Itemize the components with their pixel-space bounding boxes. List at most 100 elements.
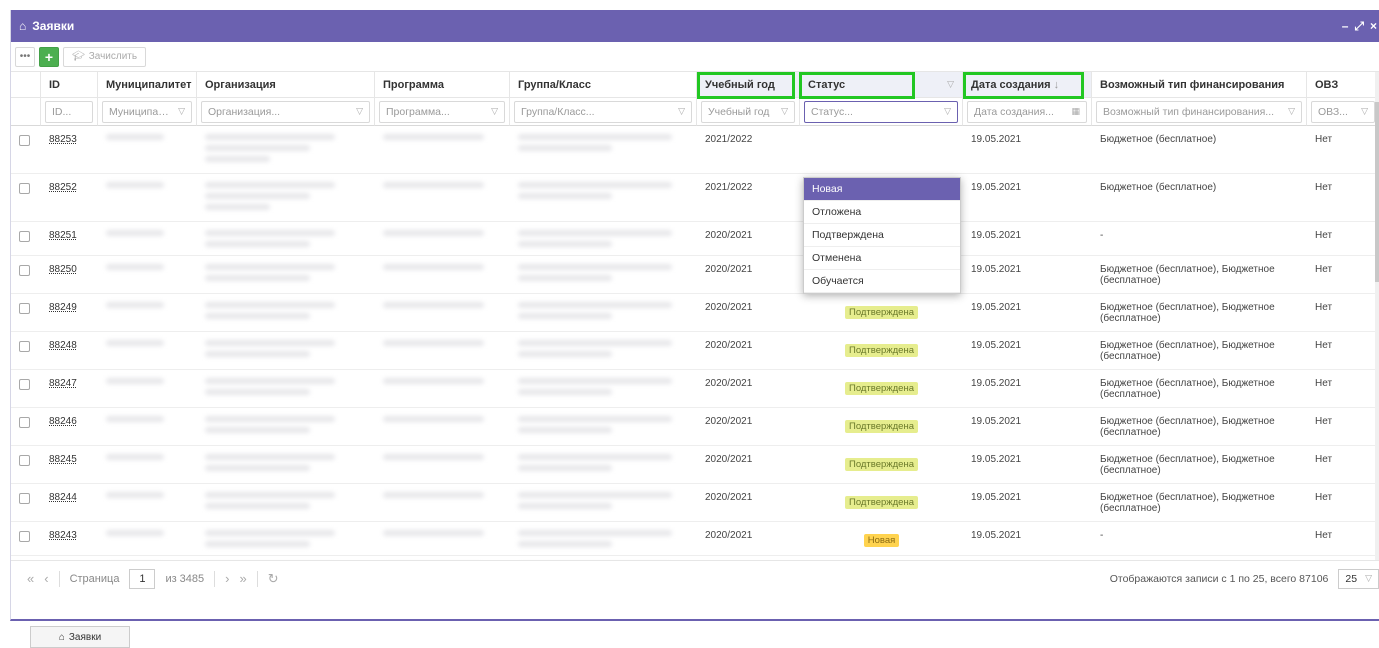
row-checkbox-cell (11, 446, 41, 484)
status-option[interactable]: Подтверждена (804, 224, 960, 247)
request-id-link[interactable]: 88253 (49, 134, 77, 145)
header-group[interactable]: Группа/Класс (510, 72, 697, 98)
status-option[interactable]: Обучается (804, 270, 960, 293)
row-checkbox[interactable] (19, 231, 30, 242)
row-checkbox[interactable] (19, 183, 30, 194)
grid: ID Муниципалитет Организация Программа Г… (11, 72, 1379, 560)
date-filter-input[interactable]: Дата создания... ▦ (967, 100, 1087, 123)
request-id-link[interactable]: 88251 (49, 230, 77, 241)
row-checkbox[interactable] (19, 379, 30, 390)
row-checkbox[interactable] (19, 455, 30, 466)
header-organization[interactable]: Организация (197, 72, 375, 98)
financing-cell: Бюджетное (бесплатное) (1092, 126, 1307, 174)
refresh-icon[interactable]: ↻ (268, 571, 279, 587)
separator (256, 570, 258, 587)
page-size-select[interactable]: 25 ▽ (1338, 568, 1379, 589)
municipality-cell-redacted (98, 332, 197, 370)
row-checkbox[interactable] (19, 303, 30, 314)
add-button[interactable]: + (39, 46, 59, 67)
window-titlebar[interactable]: ⌂ Заявки – ⤢ × (11, 10, 1379, 42)
program-cell-redacted (375, 370, 510, 408)
page-input[interactable]: 1 (129, 568, 156, 589)
records-summary: Отображаются записи с 1 по 25, всего 871… (1109, 572, 1329, 585)
taskbar-requests-button[interactable]: ⌂ Заявки (30, 626, 130, 648)
header-municipality[interactable]: Муниципалитет (98, 72, 197, 98)
group-cell-redacted (510, 446, 697, 484)
municipality-cell-redacted (98, 408, 197, 446)
header-financing[interactable]: Возможный тип финансирования (1092, 72, 1307, 98)
calendar-icon[interactable]: ▦ (1071, 106, 1080, 117)
filter-financing: Возможный тип финансирования... ▽ (1092, 98, 1307, 126)
group-filter-input[interactable]: Группа/Класс... ▽ (514, 100, 692, 123)
row-checkbox[interactable] (19, 417, 30, 428)
year-cell: 2020/2021 (697, 222, 800, 256)
program-cell-redacted (375, 256, 510, 294)
more-button[interactable]: ••• (15, 46, 35, 67)
status-badge: Новая (863, 534, 900, 547)
organization-cell-redacted (197, 522, 375, 556)
enroll-label: Зачислить (88, 51, 138, 62)
organization-cell-redacted (197, 556, 375, 560)
request-id-link[interactable]: 88243 (49, 530, 77, 541)
row-checkbox[interactable] (19, 531, 30, 542)
request-id-link[interactable]: 88249 (49, 302, 77, 313)
status-option[interactable]: Новая (804, 178, 960, 201)
header-status[interactable]: Статус ▽ (800, 72, 963, 98)
request-id-link[interactable]: 88245 (49, 454, 77, 465)
program-filter-input[interactable]: Программа... ▽ (379, 100, 505, 123)
organization-cell-redacted (197, 222, 375, 256)
row-checkbox[interactable] (19, 341, 30, 352)
organization-filter-input[interactable]: Организация... ▽ (201, 100, 370, 123)
close-icon[interactable]: × (1370, 19, 1377, 34)
status-filter-input[interactable]: Статус... ▽ (804, 100, 958, 123)
status-badge: Подтверждена (844, 420, 918, 433)
header-date[interactable]: Дата создания ↓ (963, 72, 1092, 98)
ovz-cell: Нет (1307, 370, 1379, 408)
last-page-icon[interactable]: » (240, 571, 247, 586)
row-checkbox-cell (11, 370, 41, 408)
year-filter-input[interactable]: Учебный год ▽ (701, 100, 795, 123)
request-id-link[interactable]: 88246 (49, 416, 77, 427)
minimize-icon[interactable]: – (1342, 19, 1349, 34)
header-ovz[interactable]: ОВЗ (1307, 72, 1379, 98)
year-cell: 2020/2021 (697, 408, 800, 446)
request-id-link[interactable]: 88250 (49, 264, 77, 275)
first-page-icon[interactable]: « (27, 571, 34, 586)
request-id-link[interactable]: 88244 (49, 492, 77, 503)
next-page-icon[interactable]: › (225, 571, 229, 586)
filter-year: Учебный год ▽ (697, 98, 800, 126)
municipality-cell-redacted (98, 256, 197, 294)
row-checkbox[interactable] (19, 135, 30, 146)
ovz-filter-input[interactable]: ОВЗ... ▽ (1311, 100, 1375, 123)
program-cell-redacted (375, 522, 510, 556)
maximize-icon[interactable]: ⤢ (1354, 19, 1364, 34)
municipality-filter-input[interactable]: Муниципалит ▽ (102, 100, 192, 123)
enroll-button[interactable]: 🎓︎ Зачислить (63, 46, 147, 67)
status-option[interactable]: Отменена (804, 247, 960, 270)
vertical-scrollbar[interactable] (1375, 72, 1379, 560)
id-filter-input[interactable]: ID... (45, 100, 93, 123)
date-cell: 19.05.2021 (963, 370, 1092, 408)
request-id-link[interactable]: 88248 (49, 340, 77, 351)
row-checkbox[interactable] (19, 493, 30, 504)
id-cell: 88246 (41, 408, 98, 446)
row-checkbox[interactable] (19, 265, 30, 276)
scrollbar-thumb[interactable] (1375, 102, 1379, 282)
prev-page-icon[interactable]: ‹ (44, 571, 48, 586)
header-program[interactable]: Программа (375, 72, 510, 98)
id-cell: 88245 (41, 446, 98, 484)
filter-icon: ▽ (1361, 106, 1368, 116)
status-option[interactable]: Отложена (804, 201, 960, 224)
organization-cell-redacted (197, 294, 375, 332)
financing-cell: Бюджетное (бесплатное), Бюджетное (беспл… (1092, 446, 1307, 484)
status-badge: Подтверждена (844, 344, 918, 357)
request-id-link[interactable]: 88252 (49, 182, 77, 193)
header-year[interactable]: Учебный год (697, 72, 800, 98)
ovz-cell: Нет (1307, 332, 1379, 370)
municipality-cell-redacted (98, 174, 197, 222)
date-cell: 19.05.2021 (963, 174, 1092, 222)
request-id-link[interactable]: 88247 (49, 378, 77, 389)
date-cell: 19.05.2021 (963, 408, 1092, 446)
header-id[interactable]: ID (41, 72, 98, 98)
financing-filter-input[interactable]: Возможный тип финансирования... ▽ (1096, 100, 1302, 123)
